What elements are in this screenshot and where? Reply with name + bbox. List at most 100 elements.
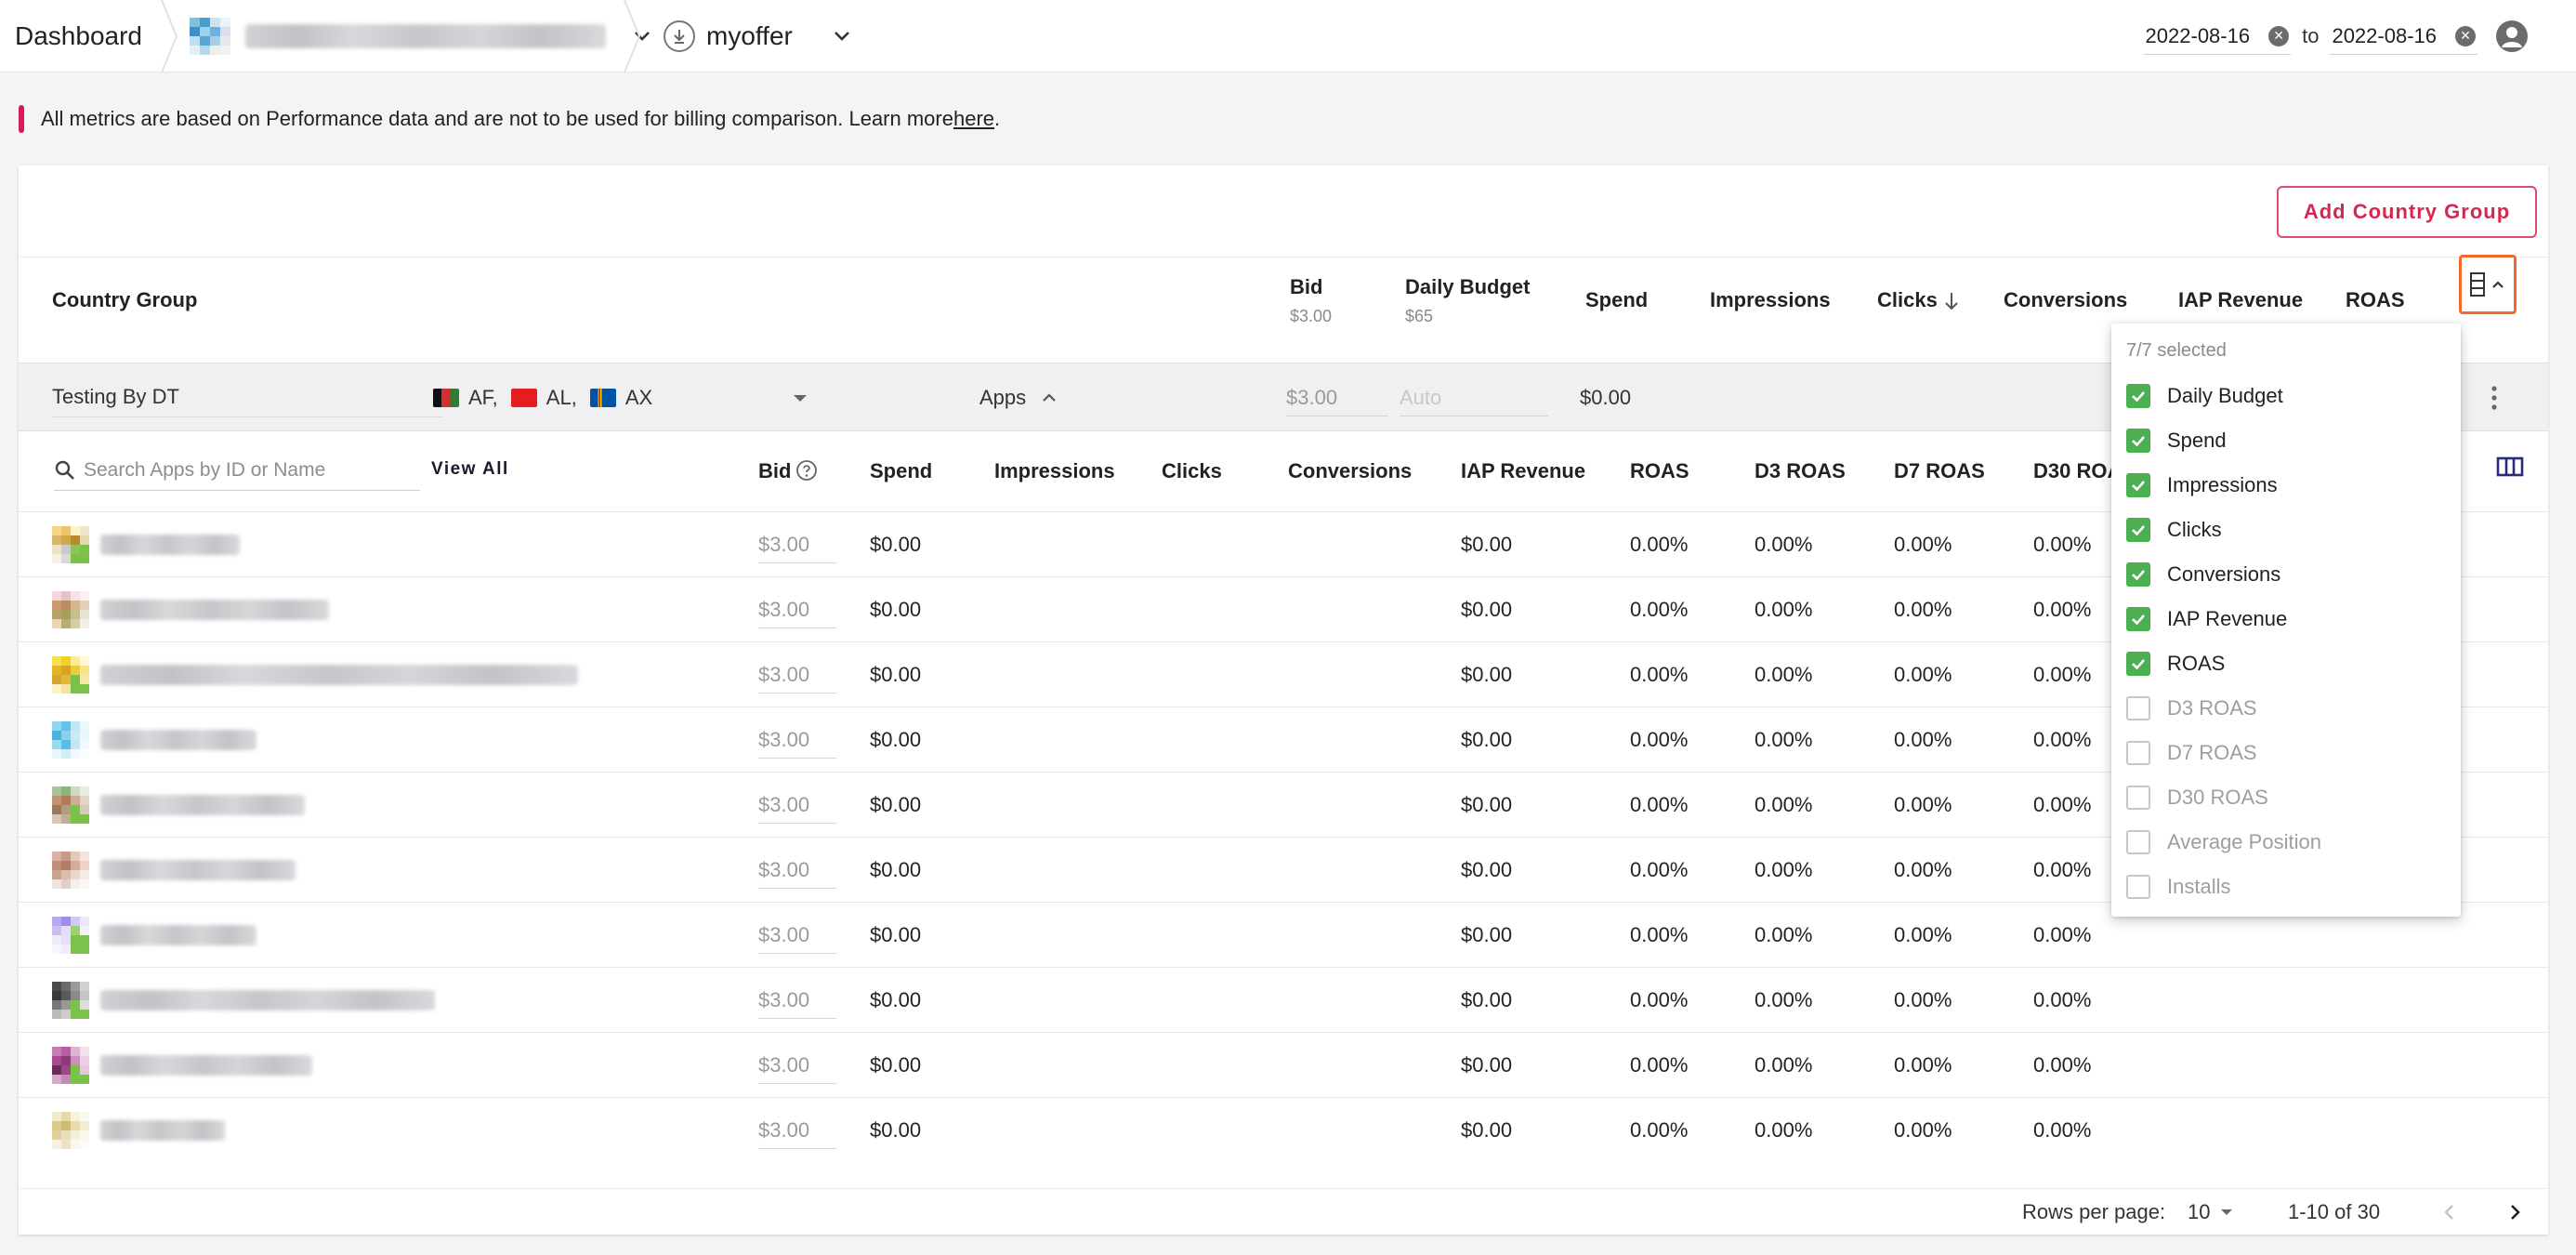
date-from-field[interactable]: 2022-08-16 ✕ — [2143, 18, 2292, 55]
app-bid-field[interactable]: $3.00 — [758, 1098, 836, 1163]
apps-toggle[interactable]: Apps — [979, 363, 1059, 432]
header-spend[interactable]: Spend — [1585, 288, 1648, 312]
app-name-cell[interactable] — [52, 707, 256, 773]
app-d3-roas: 0.00% — [1755, 577, 1812, 642]
app-bid-field[interactable]: $3.00 — [758, 642, 836, 707]
table-row[interactable]: $3.00 $0.00 $0.00 0.00% 0.00% 0.00% 0.00% — [19, 1032, 2548, 1097]
table-row[interactable]: $3.00 $0.00 $0.00 0.00% 0.00% 0.00% 0.00% — [19, 967, 2548, 1032]
column-option-daily-budget[interactable]: Daily Budget — [2126, 374, 2283, 418]
app-name-cell[interactable] — [52, 512, 240, 577]
column-option-installs[interactable]: Installs — [2126, 865, 2230, 909]
apps-header-bid[interactable]: Bid — [758, 459, 791, 483]
clear-date-to-icon[interactable]: ✕ — [2455, 25, 2476, 46]
caret-down-icon[interactable] — [790, 390, 810, 406]
app-bid-field[interactable]: $3.00 — [758, 577, 836, 642]
checkbox-checked-icon[interactable] — [2126, 473, 2150, 497]
column-option-clicks[interactable]: Clicks — [2126, 508, 2222, 552]
more-vert-icon[interactable] — [2491, 384, 2498, 412]
header-roas[interactable]: ROAS — [2346, 288, 2405, 312]
app-d7-roas-value: 0.00% — [1894, 533, 1952, 556]
column-option-roas[interactable]: ROAS — [2126, 641, 2225, 686]
checkbox-unchecked-icon[interactable] — [2126, 786, 2150, 810]
app-name-cell[interactable] — [52, 1098, 225, 1163]
app-bid-field[interactable]: $3.00 — [758, 512, 836, 577]
checkbox-checked-icon[interactable] — [2126, 384, 2150, 408]
column-option-spend[interactable]: Spend — [2126, 418, 2227, 463]
column-option-impressions[interactable]: Impressions — [2126, 463, 2278, 508]
header-bid[interactable]: Bid — [1290, 275, 1322, 299]
country-group-name-field[interactable]: Testing By DT — [52, 376, 442, 417]
country-list[interactable]: AF, AL, AX — [433, 363, 652, 432]
apps-header-roas[interactable]: ROAS — [1630, 459, 1689, 483]
checkbox-checked-icon[interactable] — [2126, 652, 2150, 676]
app-name-cell[interactable] — [52, 1033, 312, 1098]
apps-header-d7-roas[interactable]: D7 ROAS — [1894, 459, 1985, 483]
app-roas: 0.00% — [1630, 1033, 1688, 1098]
column-option-d3-roas[interactable]: D3 ROAS — [2126, 686, 2257, 731]
header-daily-budget[interactable]: Daily Budget — [1405, 275, 1530, 299]
clear-date-from-icon[interactable]: ✕ — [2268, 25, 2290, 46]
apps-header-clicks[interactable]: Clicks — [1162, 459, 1222, 483]
country-group-bid-field[interactable]: $3.00 — [1286, 363, 1388, 432]
header-conversions[interactable]: Conversions — [2004, 288, 2127, 312]
header-iap-revenue[interactable]: IAP Revenue — [2178, 288, 2303, 312]
checkbox-unchecked-icon[interactable] — [2126, 741, 2150, 765]
app-name-cell[interactable] — [52, 577, 329, 642]
column-option-d30-roas[interactable]: D30 ROAS — [2126, 775, 2268, 820]
app-roas: 0.00% — [1630, 903, 1688, 968]
previous-page-icon[interactable] — [2438, 1201, 2461, 1223]
rows-per-page-select[interactable]: 10 — [2188, 1189, 2236, 1235]
country-group-budget-field[interactable]: Auto — [1400, 363, 1548, 432]
app-d7-roas: 0.00% — [1894, 968, 1952, 1033]
checkbox-unchecked-icon[interactable] — [2126, 696, 2150, 720]
app-bid-field[interactable]: $3.00 — [758, 903, 836, 968]
sort-descending-icon[interactable] — [1942, 290, 1961, 312]
help-icon[interactable] — [795, 459, 818, 482]
checkbox-checked-icon[interactable] — [2126, 562, 2150, 587]
app-bid-field[interactable]: $3.00 — [758, 968, 836, 1033]
column-option-d7-roas[interactable]: D7 ROAS — [2126, 731, 2257, 775]
apps-header-iap-revenue[interactable]: IAP Revenue — [1461, 459, 1585, 483]
checkbox-checked-icon[interactable] — [2126, 607, 2150, 631]
search-input[interactable] — [84, 458, 400, 482]
column-option-label: ROAS — [2167, 652, 2226, 675]
app-name-cell[interactable] — [52, 642, 578, 707]
app-bid-field[interactable]: $3.00 — [758, 773, 836, 838]
app-bid-field[interactable]: $3.00 — [758, 707, 836, 773]
app-name-cell[interactable] — [52, 903, 256, 968]
column-option-iap-revenue[interactable]: IAP Revenue — [2126, 597, 2287, 641]
app-search[interactable] — [54, 450, 420, 491]
chevron-down-icon[interactable] — [828, 22, 856, 50]
checkbox-checked-icon[interactable] — [2126, 518, 2150, 542]
apps-header-conversions[interactable]: Conversions — [1288, 459, 1412, 483]
apps-header-d3-roas[interactable]: D3 ROAS — [1755, 459, 1846, 483]
column-config-button[interactable] — [2459, 255, 2517, 314]
breadcrumb-offer-selector[interactable]: myoffer — [664, 0, 856, 73]
table-row[interactable]: $3.00 $0.00 $0.00 0.00% 0.00% 0.00% 0.00% — [19, 1097, 2548, 1162]
app-bid-field[interactable]: $3.00 — [758, 838, 836, 903]
header-clicks[interactable]: Clicks — [1877, 288, 1938, 312]
apps-header-impressions[interactable]: Impressions — [994, 459, 1115, 483]
next-page-icon[interactable] — [2504, 1201, 2526, 1223]
column-option-conversions[interactable]: Conversions — [2126, 552, 2280, 597]
checkbox-unchecked-icon[interactable] — [2126, 830, 2150, 854]
account-avatar-icon[interactable] — [2496, 20, 2528, 52]
add-country-group-button[interactable]: Add Country Group — [2277, 186, 2537, 238]
app-bid-field-value: $3.00 — [758, 852, 836, 889]
app-name-cell[interactable] — [52, 968, 435, 1033]
learn-more-link[interactable]: here — [953, 107, 994, 131]
column-option-average-position[interactable]: Average Position — [2126, 820, 2321, 865]
app-bid-field[interactable]: $3.00 — [758, 1033, 836, 1098]
view-columns-icon[interactable] — [2496, 456, 2524, 478]
app-name-cell[interactable] — [52, 773, 305, 838]
apps-header-spend[interactable]: Spend — [870, 459, 932, 483]
app-roas: 0.00% — [1630, 773, 1688, 838]
header-impressions[interactable]: Impressions — [1710, 288, 1831, 312]
breadcrumb-dashboard[interactable]: Dashboard — [15, 0, 142, 73]
app-name-cell[interactable] — [52, 838, 296, 903]
breadcrumb-app-selector[interactable] — [190, 0, 656, 73]
view-all-button[interactable]: View All — [431, 459, 509, 480]
checkbox-unchecked-icon[interactable] — [2126, 875, 2150, 899]
checkbox-checked-icon[interactable] — [2126, 429, 2150, 453]
date-to-field[interactable]: 2022-08-16 ✕ — [2330, 18, 2477, 55]
